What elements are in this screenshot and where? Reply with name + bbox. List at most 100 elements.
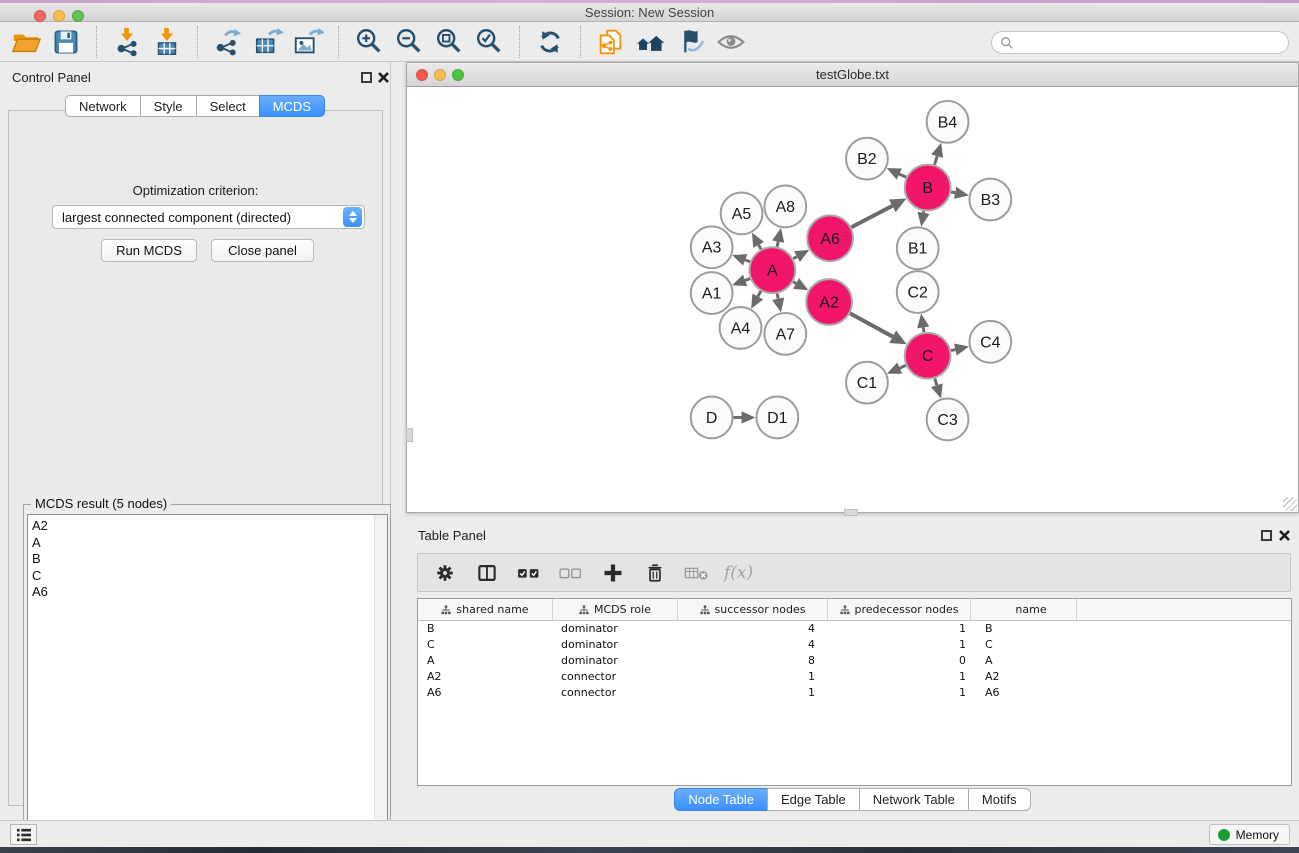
mcds-result-item[interactable]: B (32, 551, 387, 568)
tab-style[interactable]: Style (140, 95, 197, 117)
float-table-panel-icon[interactable] (1261, 530, 1272, 541)
zoom-selected-button[interactable] (469, 24, 509, 60)
clone-network-button[interactable] (591, 24, 631, 60)
left-scroll-nub[interactable] (406, 428, 413, 442)
float-panel-icon[interactable] (361, 72, 372, 83)
edge-A2-C[interactable] (850, 313, 893, 336)
edge-B-B4[interactable] (935, 156, 938, 165)
edge-C-C3[interactable] (935, 379, 937, 386)
task-history-button[interactable] (10, 824, 37, 845)
edge-A-A5[interactable] (759, 245, 761, 249)
zoom-in-button[interactable] (349, 24, 389, 60)
mcds-result-item[interactable]: C (32, 568, 387, 585)
network-canvas[interactable]: B4B2BB3A8A5A6A3B1AA1C2A2A4A7C4CC1C3DD1 (407, 88, 1298, 512)
select-all-button[interactable] (514, 558, 544, 588)
export-table-icon (252, 26, 284, 58)
home-button[interactable] (631, 24, 671, 60)
save-session-button[interactable] (46, 24, 86, 60)
mcds-result-item[interactable]: A (32, 535, 387, 552)
edge-A6-B[interactable] (851, 206, 892, 227)
table-settings-button[interactable] (430, 558, 460, 588)
table-column-header[interactable]: successor nodes (678, 599, 828, 620)
mcds-result-item[interactable]: A2 (32, 518, 387, 535)
close-table-panel-icon[interactable] (1278, 529, 1291, 542)
table-row[interactable]: A dominator 8 0 A (418, 653, 1291, 669)
resize-grip-icon[interactable] (1283, 497, 1297, 511)
result-scrollbar[interactable] (374, 515, 387, 845)
mcds-result-item[interactable]: A6 (32, 584, 387, 601)
edge-A-A3[interactable] (745, 260, 750, 262)
graph-node-label: C1 (857, 375, 877, 392)
deselect-all-button[interactable] (556, 558, 586, 588)
zoom-fit-button[interactable] (429, 24, 469, 60)
export-network-button[interactable] (208, 24, 248, 60)
close-panel-icon[interactable] (377, 71, 390, 84)
run-mcds-button[interactable]: Run MCDS (101, 239, 197, 262)
table-column-header[interactable]: predecessor nodes (828, 599, 971, 620)
node-attribute-icon (700, 605, 710, 615)
export-image-icon (292, 26, 324, 58)
close-panel-button[interactable]: Close panel (211, 239, 314, 262)
network-graph[interactable]: B4B2BB3A8A5A6A3B1AA1C2A2A4A7C4CC1C3DD1 (407, 88, 1298, 512)
edge-C-C2[interactable] (923, 327, 924, 332)
toolbar-separator (96, 26, 97, 58)
memory-button[interactable]: Memory (1209, 824, 1290, 845)
table-row[interactable]: B dominator 4 1 B (418, 621, 1291, 637)
edge-B-B3[interactable] (951, 192, 955, 193)
edge-A-A2[interactable] (793, 282, 796, 284)
import-table-button[interactable] (147, 24, 187, 60)
mcds-result-list[interactable]: A2ABCA6 (27, 514, 388, 846)
tab-network-table[interactable]: Network Table (859, 788, 969, 811)
network-window-titlebar[interactable]: testGlobe.txt (407, 63, 1298, 87)
hide-graphics-details-button[interactable] (671, 24, 711, 60)
dropdown-stepper-icon[interactable] (343, 207, 362, 227)
tab-select[interactable]: Select (196, 95, 260, 117)
edge-arrowhead (931, 383, 943, 398)
show-columns-button[interactable] (472, 558, 502, 588)
edge-arrowhead (772, 228, 784, 243)
tab-network[interactable]: Network (65, 95, 141, 117)
edge-A-A8[interactable] (777, 242, 778, 247)
edge-C-C1[interactable] (900, 365, 906, 368)
table-column-header[interactable]: shared name (418, 599, 553, 620)
export-table-button[interactable] (248, 24, 288, 60)
zoom-out-button[interactable] (389, 24, 429, 60)
edge-A-A1[interactable] (745, 279, 750, 281)
table-header-row: shared name MCDS role (418, 599, 1291, 621)
show-graphics-details-button[interactable] (711, 24, 751, 60)
edge-A-A4[interactable] (758, 291, 761, 296)
search-field[interactable] (991, 31, 1289, 54)
edge-B-B2[interactable] (899, 174, 906, 177)
tab-motifs[interactable]: Motifs (968, 788, 1031, 811)
graph-node-label: B (922, 180, 933, 197)
table-row[interactable]: A2 connector 1 1 A2 (418, 668, 1291, 684)
table-column-header[interactable]: MCDS role (553, 599, 678, 620)
node-attribute-icon (441, 605, 451, 615)
tab-node-table[interactable]: Node Table (674, 788, 768, 811)
delete-column-button[interactable] (640, 558, 670, 588)
export-image-button[interactable] (288, 24, 328, 60)
add-column-button[interactable] (598, 558, 628, 588)
edge-A-A6[interactable] (793, 257, 797, 259)
node-table[interactable]: shared name MCDS role (417, 598, 1292, 786)
gear-icon (433, 561, 457, 585)
edge-C-C4[interactable] (951, 350, 955, 351)
edge-A-A7[interactable] (777, 294, 778, 299)
delete-table-button[interactable] (682, 558, 712, 588)
criterion-dropdown[interactable]: largest connected component (directed) (52, 205, 365, 229)
bottom-scroll-nub[interactable] (844, 509, 858, 516)
import-network-button[interactable] (107, 24, 147, 60)
function-builder-button[interactable]: f(x) (724, 563, 753, 583)
tab-edge-table[interactable]: Edge Table (767, 788, 860, 811)
graph-node-label: A6 (820, 231, 840, 248)
toolbar-separator (580, 26, 581, 58)
table-row[interactable]: C dominator 4 1 C (418, 637, 1291, 653)
tab-mcds[interactable]: MCDS (259, 95, 325, 117)
refresh-button[interactable] (530, 24, 570, 60)
search-input[interactable] (1014, 36, 1264, 50)
home-houses-icon (634, 27, 668, 57)
table-column-header[interactable]: name (971, 599, 1077, 620)
graph-node-label: D1 (767, 410, 787, 427)
open-session-button[interactable] (6, 24, 46, 60)
table-row[interactable]: A6 connector 1 1 A6 (418, 684, 1291, 700)
